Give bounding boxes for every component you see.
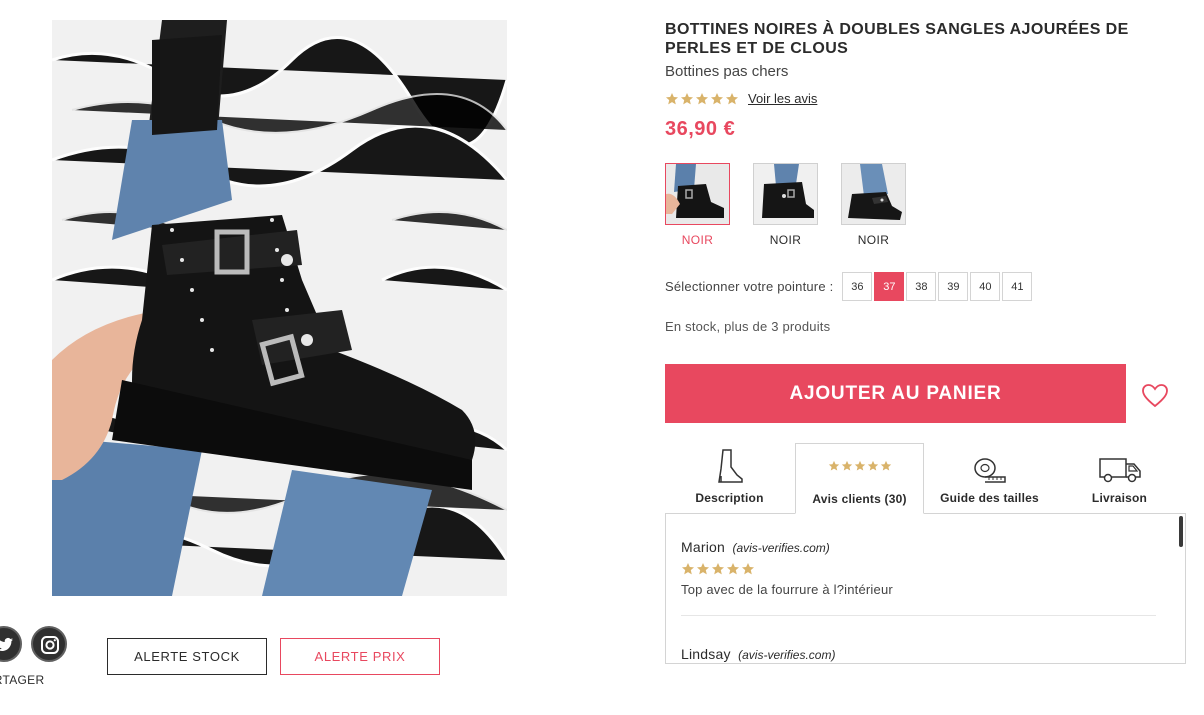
variant-thumbnail xyxy=(753,163,818,225)
star-icon xyxy=(695,92,709,104)
review-item: Marion (avis-verifies.com) Top avec de l… xyxy=(681,539,1156,597)
review-item: Lindsay (avis-verifies.com) xyxy=(681,646,1156,663)
star-icon xyxy=(880,460,891,471)
stars-icon xyxy=(828,444,892,484)
heart-icon[interactable] xyxy=(1141,382,1169,410)
star-icon xyxy=(681,563,695,575)
share-label: PARTAGER xyxy=(0,673,45,687)
size-selector-label: Sélectionner votre pointure : xyxy=(665,279,834,294)
variant-option[interactable]: NOIR xyxy=(665,163,730,247)
stock-status: En stock, plus de 3 produits xyxy=(665,319,831,334)
review-source: (avis-verifies.com) xyxy=(738,648,836,662)
reviews-panel[interactable]: Marion (avis-verifies.com) Top avec de l… xyxy=(665,513,1186,664)
variant-option[interactable]: NOIR xyxy=(841,163,906,247)
review-text: Top avec de la fourrure à l?intérieur xyxy=(681,582,893,597)
review-divider xyxy=(681,615,1156,616)
star-icon xyxy=(854,460,865,471)
product-rating: Voir les avis xyxy=(665,91,817,106)
product-info-tabs: Description Avis clients (30) Guide des … xyxy=(665,443,1186,514)
star-icon xyxy=(726,563,740,575)
size-option[interactable]: 38 xyxy=(906,272,937,301)
tab-label: Avis clients (30) xyxy=(812,492,907,506)
product-title: BOTTINES NOIRES À DOUBLES SANGLES AJOURÉ… xyxy=(665,21,1129,57)
tab-label: Guide des tailles xyxy=(940,491,1039,505)
instagram-icon[interactable] xyxy=(31,626,67,662)
tab-description[interactable]: Description xyxy=(665,443,794,514)
twitter-icon[interactable] xyxy=(0,626,22,662)
variant-thumbnail xyxy=(665,163,730,225)
size-option[interactable]: 37 xyxy=(874,272,905,301)
star-icon xyxy=(696,563,710,575)
review-stars xyxy=(681,562,1156,576)
star-icon xyxy=(710,92,724,104)
size-option[interactable]: 39 xyxy=(938,272,969,301)
tab-delivery[interactable]: Livraison xyxy=(1055,443,1184,514)
product-subtitle: Bottines pas chers xyxy=(665,63,789,80)
share-section: PARTAGER xyxy=(0,626,76,692)
star-icon xyxy=(680,92,694,104)
alert-price-button[interactable]: ALERTE PRIX xyxy=(280,638,440,675)
measuring-tape-icon xyxy=(973,443,1007,483)
variant-label: NOIR xyxy=(769,233,802,247)
size-option[interactable]: 41 xyxy=(1002,272,1033,301)
variant-label: NOIR xyxy=(857,233,890,247)
product-price: 36,90 € xyxy=(665,118,736,140)
size-options: 36 37 38 39 40 41 xyxy=(842,272,1033,301)
review-author: Marion xyxy=(681,539,725,555)
see-reviews-link[interactable]: Voir les avis xyxy=(748,91,817,106)
tab-label: Livraison xyxy=(1091,491,1148,505)
product-main-image[interactable] xyxy=(52,20,507,596)
size-option[interactable]: 40 xyxy=(970,272,1001,301)
variant-thumbnail xyxy=(841,163,906,225)
tab-reviews[interactable]: Avis clients (30) xyxy=(795,443,924,514)
star-icon xyxy=(867,460,878,471)
review-author: Lindsay xyxy=(681,646,731,662)
star-icon xyxy=(725,92,739,104)
reviews-scrollbar[interactable] xyxy=(1179,516,1183,547)
star-icon xyxy=(665,92,679,104)
variant-option[interactable]: NOIR xyxy=(753,163,818,247)
star-icon xyxy=(828,460,839,471)
add-to-cart-button[interactable]: AJOUTER AU PANIER xyxy=(665,364,1126,423)
star-icon xyxy=(841,460,852,471)
delivery-van-icon xyxy=(1098,443,1142,483)
alert-stock-button[interactable]: ALERTE STOCK xyxy=(107,638,267,675)
tab-size-guide[interactable]: Guide des tailles xyxy=(925,443,1054,514)
size-selector: Sélectionner votre pointure : 36 37 38 3… xyxy=(665,272,1033,301)
boot-icon xyxy=(715,443,745,483)
review-source: (avis-verifies.com) xyxy=(732,541,830,555)
size-option[interactable]: 36 xyxy=(842,272,873,301)
variant-label: NOIR xyxy=(681,233,714,247)
tab-label: Description xyxy=(695,491,764,505)
star-icon xyxy=(741,563,755,575)
star-icon xyxy=(711,563,725,575)
color-variants: NOIR NOIR NOIR xyxy=(665,163,906,247)
rating-stars xyxy=(665,92,739,106)
